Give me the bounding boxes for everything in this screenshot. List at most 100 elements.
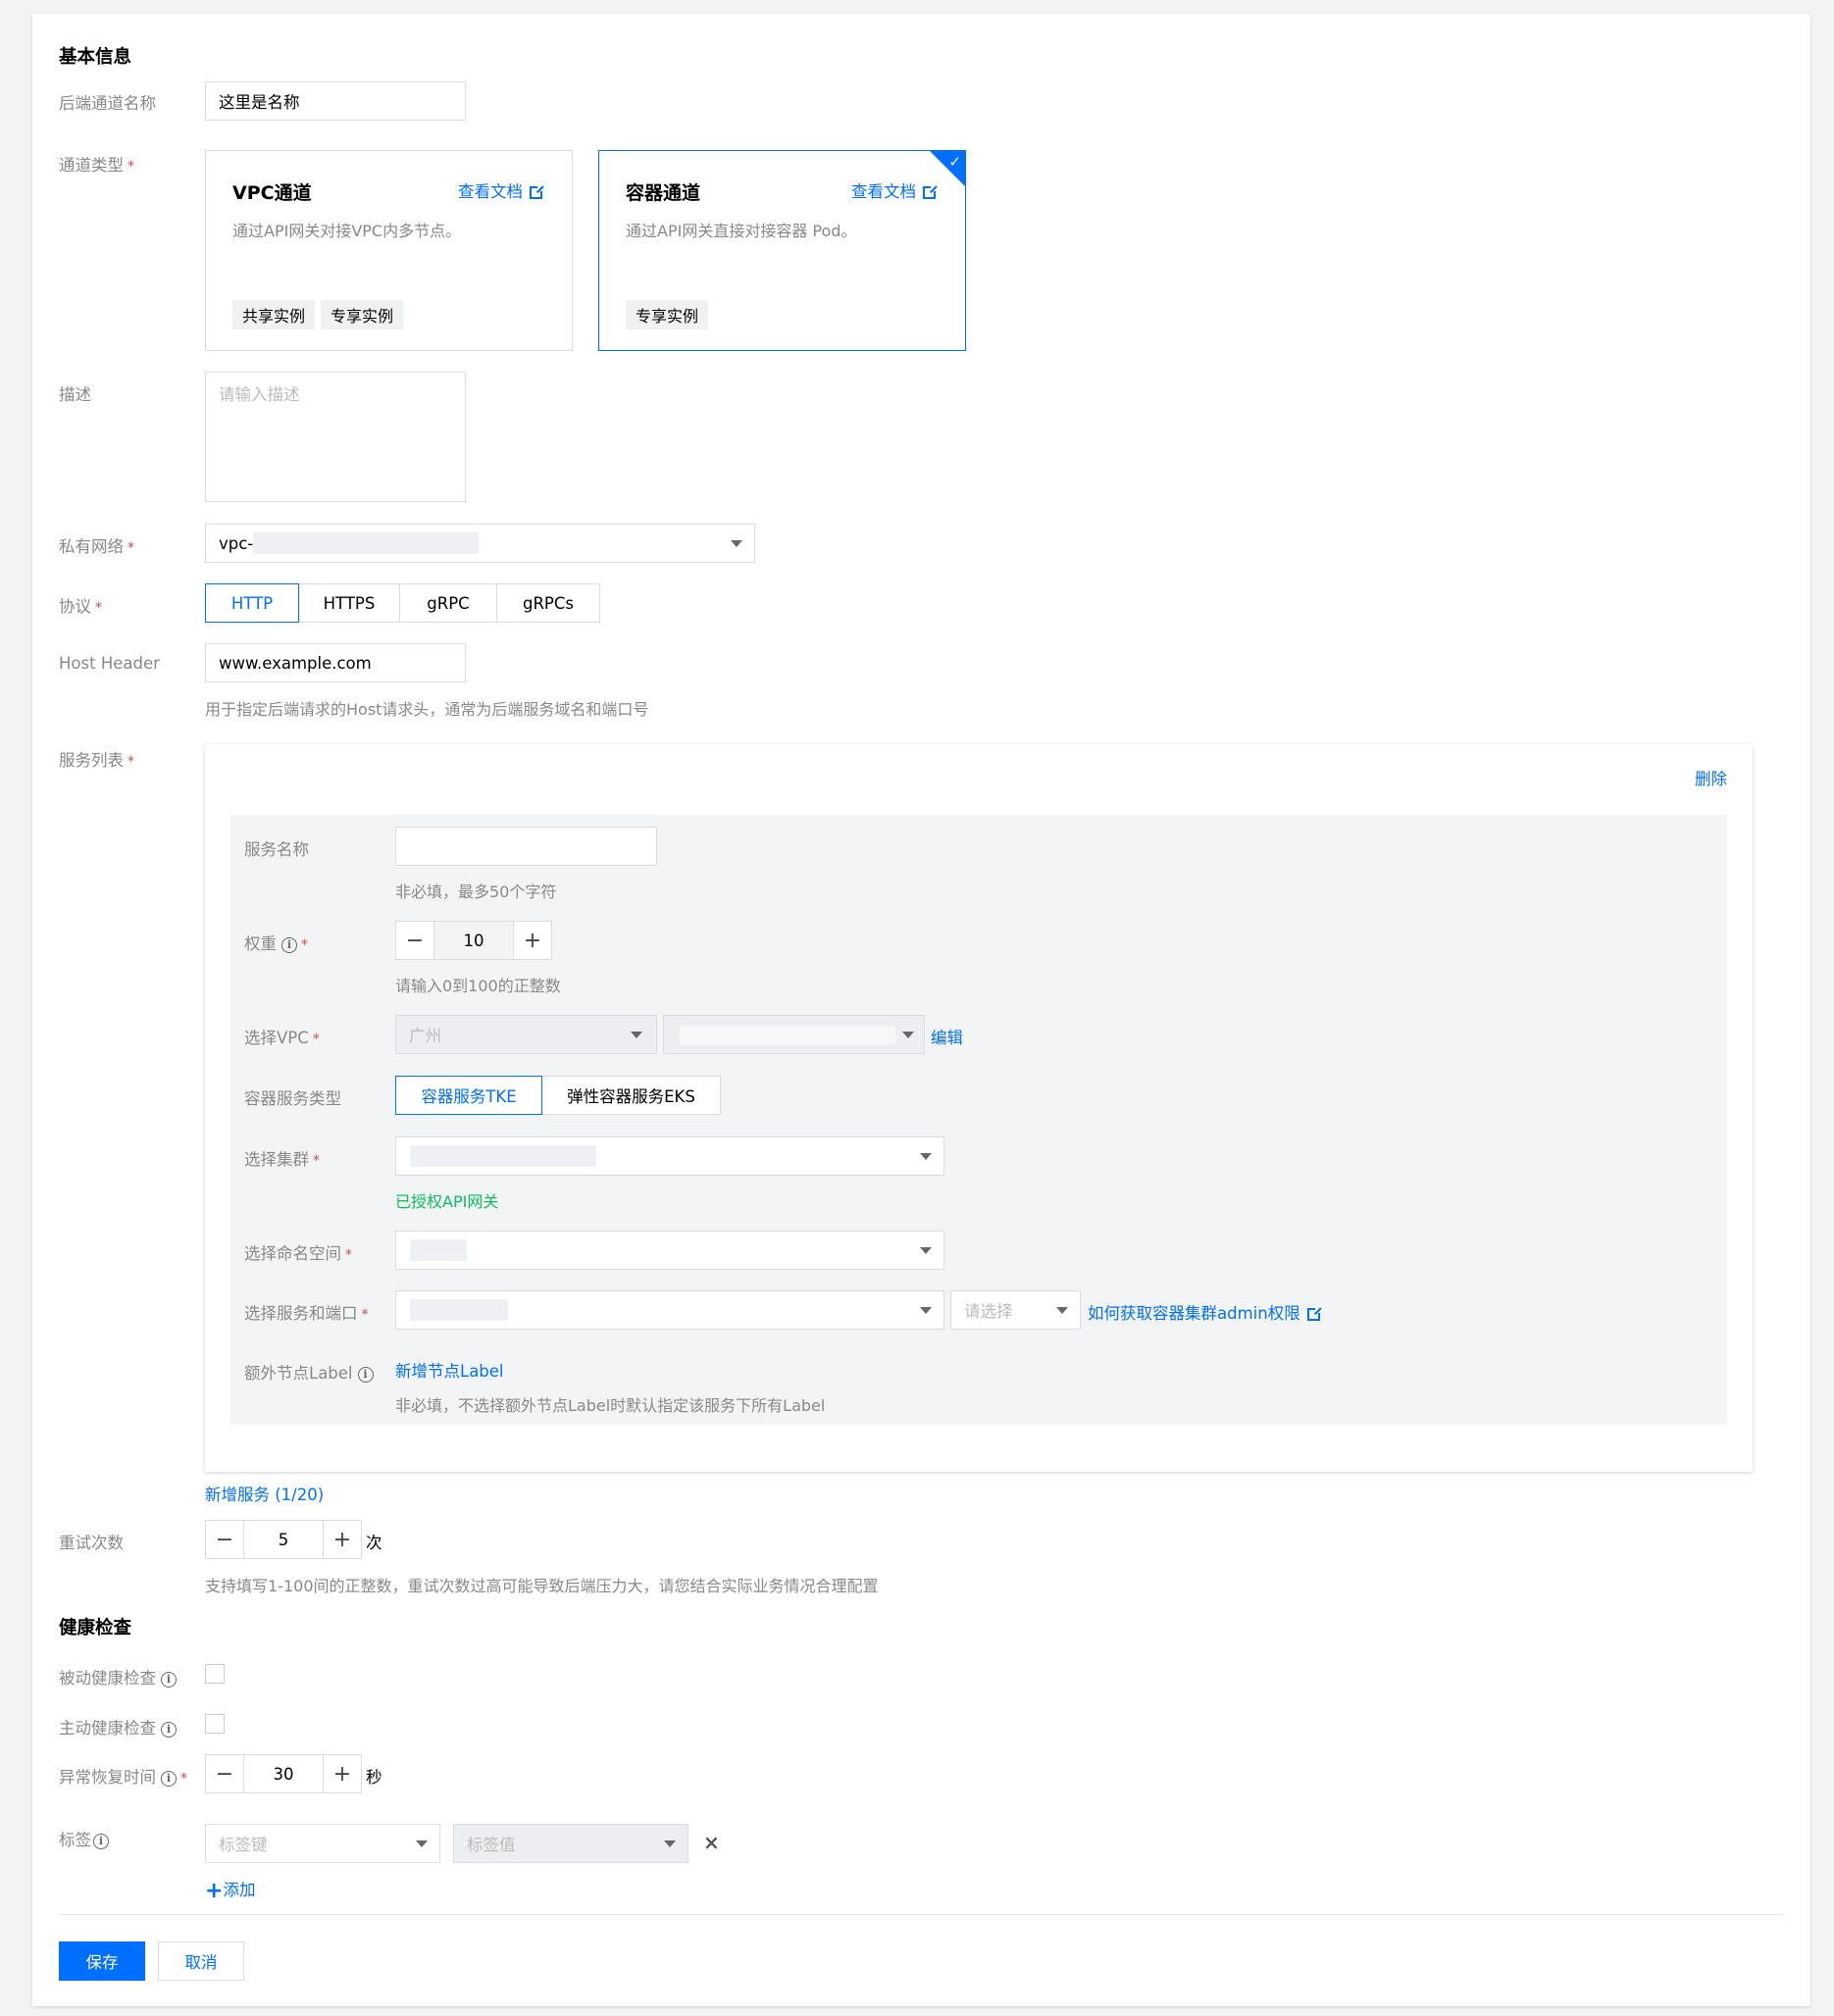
service-select[interactable]: [395, 1290, 944, 1330]
redacted-value: [410, 1239, 467, 1261]
tag-shared: 共享实例: [232, 300, 316, 329]
type-card-title: 容器通道: [626, 182, 701, 204]
desc-placeholder: 请输入描述: [219, 385, 300, 404]
cluster-select[interactable]: [395, 1136, 944, 1176]
type-card-desc: 通过API网关对接VPC内多节点。: [232, 222, 462, 240]
protocol-segmented: HTTP HTTPS gRPC gRPCs: [205, 583, 600, 623]
info-icon[interactable]: i: [357, 1366, 374, 1383]
plus-icon: +: [205, 1879, 224, 1903]
weight-hint: 请输入0到100的正整数: [395, 977, 561, 995]
chevron-down-icon: [920, 1153, 932, 1160]
select-vpc-label: 选择VPC *: [244, 1029, 320, 1047]
redacted-value: [410, 1145, 596, 1167]
footer-divider: [59, 1914, 1783, 1915]
active-health-checkbox[interactable]: [205, 1714, 225, 1734]
service-item: 服务名称 非必填，最多50个字符 权重 i * − 10 + 请输入0到100的正整…: [230, 815, 1727, 1425]
plus-button[interactable]: +: [513, 921, 552, 960]
recover-time-value[interactable]: 30: [244, 1754, 323, 1793]
chevron-down-icon: [731, 540, 742, 547]
vpc-id-select[interactable]: [663, 1015, 925, 1054]
type-card-container[interactable]: ✓ 容器通道 查看文档 通过API网关直接对接容器 Pod。 专享实例: [598, 150, 966, 351]
tag-dedicated: 专享实例: [321, 300, 404, 329]
weight-value[interactable]: 10: [434, 921, 513, 960]
protocol-http[interactable]: HTTP: [205, 583, 299, 623]
name-input[interactable]: 这里是名称: [205, 81, 466, 121]
desc-textarea[interactable]: 请输入描述: [205, 372, 466, 502]
container-type-tke[interactable]: 容器服务TKE: [395, 1076, 542, 1115]
chevron-down-icon: [902, 1032, 914, 1038]
protocol-grpc[interactable]: gRPC: [399, 583, 497, 623]
extra-label-hint: 非必填，不选择额外节点Label时默认指定该服务下所有Label: [395, 1396, 826, 1415]
type-card-title: VPC通道: [232, 182, 312, 204]
vpc-value: vpc-: [219, 533, 254, 553]
recover-time-label: 异常恢复时间 i *: [59, 1768, 187, 1787]
type-card-vpc[interactable]: VPC通道 查看文档 通过API网关对接VPC内多节点。 共享实例 专享实例: [205, 150, 573, 351]
host-input[interactable]: www.example.com: [205, 643, 466, 682]
protocol-https[interactable]: HTTPS: [298, 583, 400, 623]
add-service-link[interactable]: 新增服务 (1/20): [205, 1482, 324, 1505]
redacted-value: [680, 1026, 895, 1045]
info-icon[interactable]: i: [161, 1721, 177, 1738]
retry-unit: 次: [366, 1534, 382, 1552]
form-card: 基本信息 后端通道名称 这里是名称 通道类型 * VPC通道 查看文档 通过API…: [32, 14, 1810, 2006]
retry-stepper: − 5 +: [205, 1520, 362, 1559]
minus-button[interactable]: −: [205, 1520, 244, 1559]
service-name-hint: 非必填，最多50个字符: [395, 882, 557, 901]
region-select[interactable]: 广州: [395, 1015, 657, 1054]
minus-button[interactable]: −: [205, 1754, 244, 1793]
remove-tag-close-icon[interactable]: ×: [703, 1831, 720, 1854]
type-label: 通道类型 *: [59, 156, 134, 175]
view-doc-link[interactable]: 查看文档: [458, 178, 544, 202]
active-health-label: 主动健康检查 i: [59, 1715, 177, 1739]
redacted-value: [253, 532, 479, 554]
minus-button[interactable]: −: [395, 921, 434, 960]
save-button[interactable]: 保存: [59, 1941, 145, 1981]
add-tag-button[interactable]: +添加: [205, 1877, 255, 1903]
extra-label-label: 额外节点Label i: [244, 1360, 374, 1384]
section-title-basic: 基本信息: [59, 47, 132, 68]
namespace-select[interactable]: [395, 1231, 944, 1270]
region-value: 广州: [409, 1027, 441, 1045]
add-node-label-link[interactable]: 新增节点Label: [395, 1358, 504, 1382]
tag-value-select[interactable]: 标签值: [453, 1824, 688, 1863]
cancel-button[interactable]: 取消: [158, 1941, 244, 1981]
service-port-label: 选择服务和端口 *: [244, 1304, 369, 1323]
passive-health-label: 被动健康检查 i: [59, 1665, 177, 1688]
retry-value[interactable]: 5: [244, 1520, 323, 1559]
protocol-grpcs[interactable]: gRPCs: [496, 583, 600, 623]
external-link-icon: [923, 184, 938, 199]
chevron-down-icon: [920, 1247, 932, 1254]
vpc-label: 私有网络 *: [59, 537, 134, 556]
service-list-label: 服务列表 *: [59, 751, 134, 770]
tag-key-select[interactable]: 标签键: [205, 1824, 440, 1863]
tag-value-placeholder: 标签值: [467, 1836, 516, 1854]
port-select[interactable]: 请选择: [950, 1290, 1081, 1330]
service-name-input[interactable]: [395, 827, 657, 866]
vpc-select[interactable]: vpc-: [205, 524, 755, 563]
plus-button[interactable]: +: [323, 1754, 362, 1793]
cluster-authorized-hint: 已授权API网关: [395, 1192, 499, 1211]
edit-vpc-link[interactable]: 编辑: [931, 1025, 963, 1048]
info-icon[interactable]: i: [93, 1833, 109, 1849]
recover-time-unit: 秒: [366, 1768, 382, 1787]
section-title-health: 健康检查: [59, 1618, 132, 1638]
service-panel: 删除 服务名称 非必填，最多50个字符 权重 i * − 10 + 请输入0到100…: [205, 744, 1753, 1472]
chevron-down-icon: [664, 1840, 676, 1847]
chevron-down-icon: [416, 1840, 428, 1847]
container-type-label: 容器服务类型: [244, 1089, 341, 1108]
service-name-label: 服务名称: [244, 840, 309, 859]
port-placeholder: 请选择: [964, 1302, 1013, 1321]
info-icon[interactable]: i: [161, 1770, 177, 1787]
tag-key-placeholder: 标签键: [219, 1836, 268, 1854]
redacted-value: [410, 1299, 508, 1321]
passive-health-checkbox[interactable]: [205, 1664, 225, 1684]
delete-service-link[interactable]: 删除: [1695, 766, 1727, 789]
info-icon[interactable]: i: [161, 1671, 177, 1688]
plus-button[interactable]: +: [323, 1520, 362, 1559]
namespace-label: 选择命名空间 *: [244, 1244, 352, 1263]
info-icon[interactable]: i: [281, 936, 297, 953]
view-doc-link[interactable]: 查看文档: [851, 178, 938, 202]
chevron-down-icon: [920, 1307, 932, 1314]
admin-permission-link[interactable]: 如何获取容器集群admin权限: [1088, 1300, 1322, 1324]
container-type-eks[interactable]: 弹性容器服务EKS: [541, 1076, 721, 1115]
